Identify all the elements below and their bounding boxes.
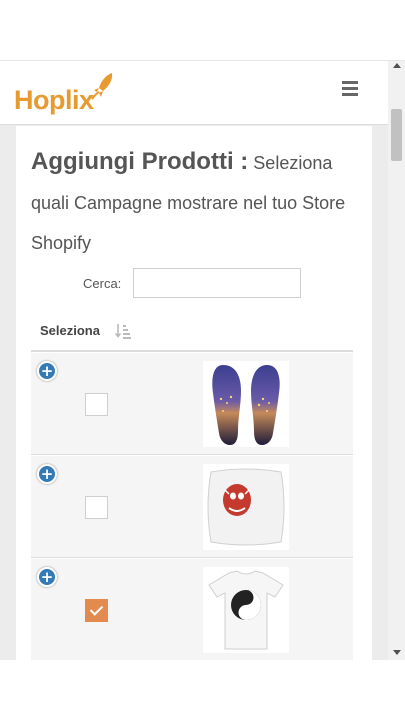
- scroll-up-arrow-icon[interactable]: [393, 63, 401, 68]
- expand-row-button[interactable]: +: [37, 361, 57, 381]
- search-row: Cerca:: [16, 268, 372, 300]
- row-select-checkbox[interactable]: [85, 393, 108, 416]
- page-title-bold: Aggiungi Prodotti :: [31, 148, 249, 175]
- expand-row-button[interactable]: +: [37, 464, 57, 484]
- table-header[interactable]: Seleziona: [31, 314, 353, 352]
- table-row: +: [31, 559, 353, 660]
- column-header-seleziona[interactable]: Seleziona: [40, 323, 100, 338]
- table-row: +: [31, 456, 353, 558]
- app-viewport: Hoplix Aggiungi Prodotti : Seleziona qua…: [0, 60, 405, 660]
- product-image-flip-flops[interactable]: [203, 361, 289, 447]
- top-header: Hoplix: [0, 61, 388, 125]
- table-row: +: [31, 353, 353, 455]
- hamburger-icon: [342, 81, 358, 84]
- expand-row-button[interactable]: +: [37, 567, 57, 587]
- product-image-pillow[interactable]: [203, 464, 289, 550]
- logo-text: Hoplix: [14, 85, 94, 115]
- hoplix-logo[interactable]: Hoplix: [14, 71, 114, 117]
- add-products-panel: Aggiungi Prodotti : Seleziona quali Camp…: [16, 126, 372, 660]
- rocket-icon: [91, 73, 113, 100]
- search-label: Cerca:: [83, 276, 122, 291]
- row-select-checkbox-checked[interactable]: [85, 599, 108, 622]
- product-image-t-shirt[interactable]: [203, 567, 289, 653]
- vertical-scrollbar[interactable]: [388, 61, 405, 660]
- hamburger-menu-button[interactable]: [342, 81, 358, 99]
- row-select-checkbox[interactable]: [85, 496, 108, 519]
- scrollbar-thumb[interactable]: [391, 109, 402, 161]
- search-input[interactable]: [133, 268, 301, 298]
- page-title: Aggiungi Prodotti : Seleziona quali Camp…: [31, 142, 361, 263]
- scroll-down-arrow-icon[interactable]: [393, 650, 401, 655]
- sort-amount-icon[interactable]: [115, 323, 131, 339]
